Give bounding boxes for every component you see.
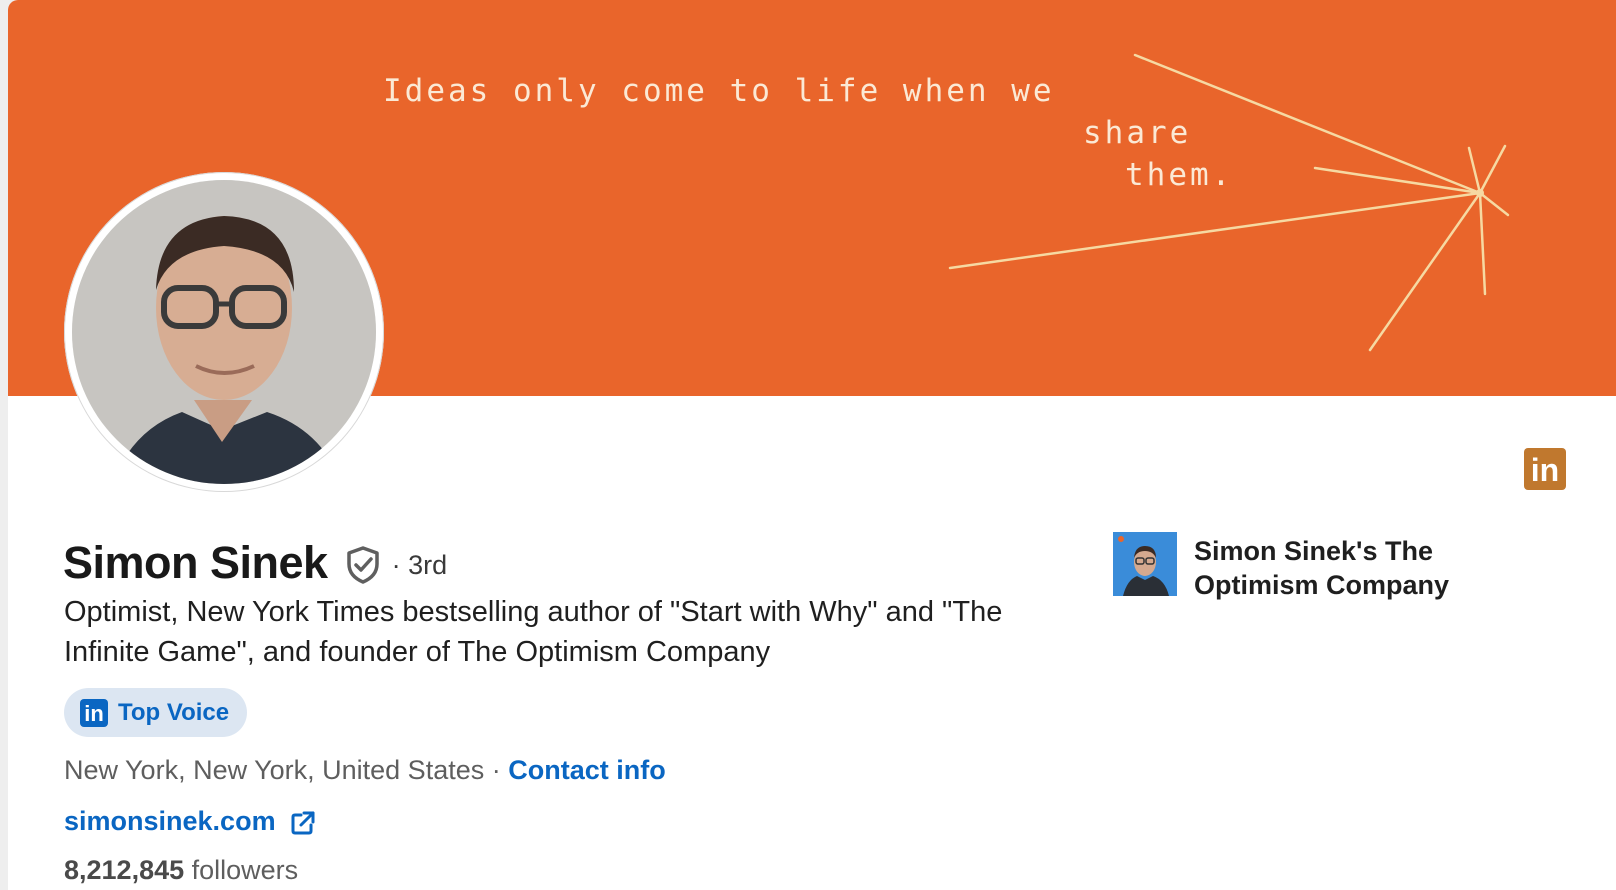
profile-name: Simon Sinek xyxy=(63,537,328,588)
top-voice-label: Top Voice xyxy=(118,698,230,726)
name-row: Simon Sinek · 3rd xyxy=(63,537,448,588)
profile-headline: Optimist, New York Times bestselling aut… xyxy=(64,596,1003,668)
followers-label: followers xyxy=(191,855,299,885)
website-row: simonsinek.com xyxy=(64,806,316,837)
separator: · xyxy=(484,755,509,785)
website-link[interactable]: simonsinek.com xyxy=(64,806,276,837)
profile-card: Ideas only come to life when we share th… xyxy=(8,0,1616,890)
linkedin-logo-icon: in xyxy=(1524,448,1566,490)
current-company[interactable]: Simon Sinek's The Optimism Company xyxy=(1113,532,1494,602)
followers-count: 8,212,845 followers xyxy=(64,855,298,886)
banner-quote-line: Ideas only come to life when we xyxy=(383,73,1055,109)
avatar-image xyxy=(72,180,376,484)
external-link-icon[interactable] xyxy=(290,810,316,836)
connection-degree: · 3rd xyxy=(391,549,448,580)
company-logo-image xyxy=(1113,532,1177,596)
top-voice-badge[interactable]: in Top Voice xyxy=(64,688,248,737)
linkedin-icon: in xyxy=(80,698,108,727)
contact-info-link[interactable]: Contact info xyxy=(508,755,665,785)
banner-quote-line: share xyxy=(1083,115,1192,151)
company-name: Simon Sinek's The Optimism Company xyxy=(1194,536,1450,600)
location-text: New York, New York, United States xyxy=(64,755,485,785)
company-logo xyxy=(1113,532,1177,596)
verified-shield-icon[interactable] xyxy=(346,546,380,584)
profile-photo[interactable] xyxy=(64,172,384,492)
banner-quote-line: them. xyxy=(1125,157,1234,193)
location-row: New York, New York, United States · Cont… xyxy=(64,755,666,786)
followers-number: 8,212,845 xyxy=(64,855,185,885)
page: Ideas only come to life when we share th… xyxy=(0,0,1616,890)
